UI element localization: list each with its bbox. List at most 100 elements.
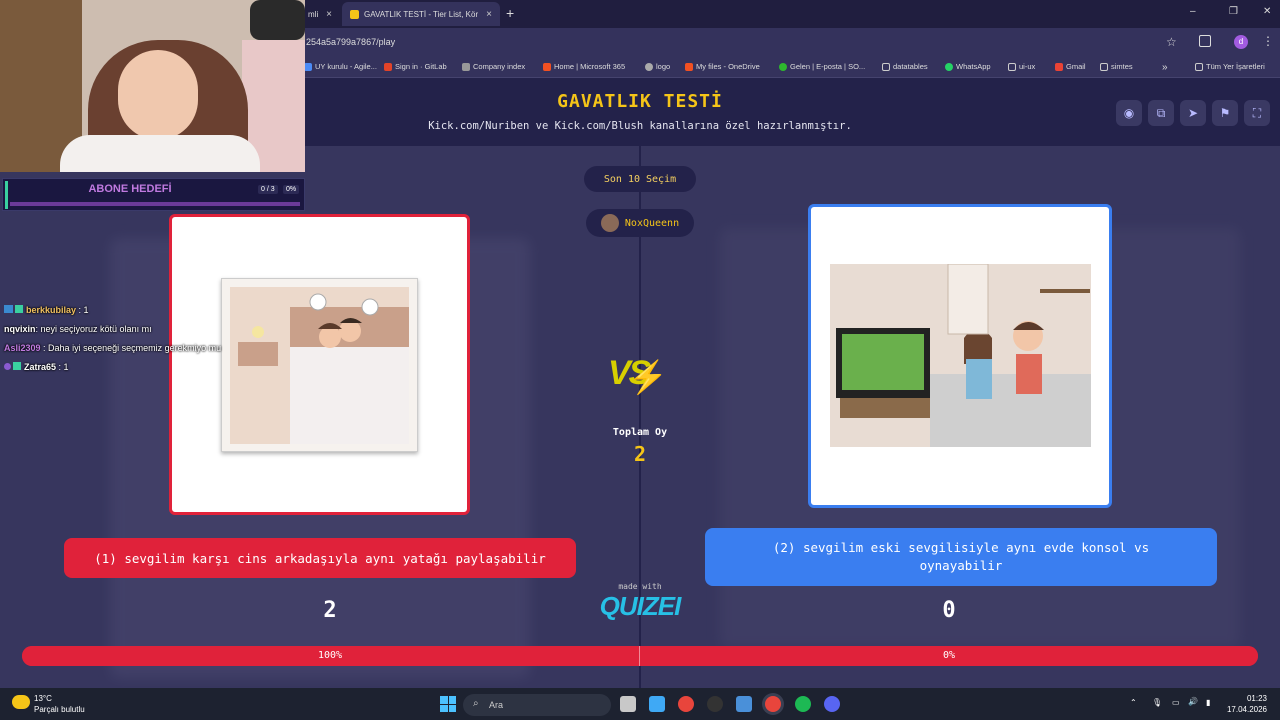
close-window-button[interactable]: ✕	[1263, 6, 1271, 17]
folder-icon	[1195, 62, 1203, 71]
tray-chevron-icon[interactable]: ⌃	[1130, 698, 1137, 707]
task-view-icon[interactable]	[620, 696, 636, 712]
total-votes-value: 2	[633, 442, 647, 466]
bookmark-item[interactable]: WhatsApp	[945, 62, 991, 71]
bookmark-folder[interactable]: simtes	[1100, 62, 1133, 71]
username: NoxQueenn	[624, 217, 680, 229]
fullscreen-icon[interactable]: ⛶	[1244, 100, 1270, 126]
new-tab-button[interactable]: +	[506, 5, 514, 21]
bookmark-item[interactable]: logo	[645, 62, 670, 71]
webcam-overlay	[0, 0, 305, 172]
chrome-active-icon[interactable]	[765, 696, 781, 712]
user-badge: NoxQueenn	[586, 209, 694, 237]
spotify-icon[interactable]	[795, 696, 811, 712]
chrome-icon[interactable]	[678, 696, 694, 712]
votes-left: 2	[323, 598, 337, 623]
battery-icon[interactable]: ▮	[1206, 698, 1210, 707]
option-image-console	[830, 264, 1091, 447]
bookmark-item[interactable]: Sign in · GitLab	[384, 62, 447, 71]
weather-icon[interactable]	[12, 695, 30, 709]
percent-right: 0%	[942, 650, 956, 661]
chat-text: : 1	[78, 305, 89, 315]
extensions-icon[interactable]	[1199, 35, 1211, 47]
browser-tab[interactable]: mli ×	[300, 2, 340, 26]
clock-date[interactable]: 17.04.2026	[1222, 705, 1267, 714]
chat-message: berkkubilay : 1	[4, 305, 89, 315]
tab-favicon-icon	[350, 9, 359, 19]
bookmark-favicon-icon	[685, 62, 693, 71]
bookmark-item[interactable]: Gmail	[1055, 62, 1086, 71]
bookmarks-more-button[interactable]: »	[1162, 62, 1168, 73]
bookmark-star-icon[interactable]: ☆	[1166, 35, 1177, 49]
volume-icon[interactable]: 🔊	[1188, 697, 1198, 706]
bookmark-label: My files - OneDrive	[696, 62, 760, 71]
url-input[interactable]: 254a5a799a7867/play	[306, 37, 395, 47]
microphone-icon[interactable]: 🎙	[1152, 698, 1162, 707]
bookmark-item[interactable]: Home | Microsoft 365	[543, 62, 625, 71]
bookmark-label: Home | Microsoft 365	[554, 62, 626, 71]
restore-button[interactable]: ❐	[1229, 6, 1238, 17]
last-choices-button[interactable]: Son 10 Seçim	[584, 166, 696, 192]
bookmark-folder[interactable]: ui-ux	[1008, 62, 1035, 71]
chat-message: Asli2309 : Daha iyi seçeneği seçmemiz ge…	[4, 343, 221, 353]
streamer-face	[118, 50, 198, 140]
menu-dots-icon[interactable]: ⋮	[1262, 34, 1274, 48]
quizei-logo[interactable]: QUIZEI	[592, 591, 688, 622]
tab-close-icon[interactable]: ×	[326, 9, 332, 20]
tab-close-icon[interactable]: ×	[486, 9, 492, 20]
total-votes-label: Toplam Oy	[612, 427, 668, 438]
display-icon[interactable]: ▭	[1172, 698, 1180, 707]
flag-icon[interactable]: ⚑	[1212, 100, 1238, 126]
quiz-title: GAVATLIK TESTİ	[557, 91, 723, 112]
bookmark-favicon-icon	[543, 62, 551, 71]
bookmark-item[interactable]: Company index	[462, 62, 525, 71]
goal-percent: 0%	[283, 185, 300, 194]
goal-count: 0 / 3	[258, 185, 278, 194]
bookmark-favicon-icon	[779, 62, 787, 71]
option-right-label: (2) sevgilim eski sevgilisiyle aynı evde…	[772, 540, 1150, 573]
bookmark-label: Gelen | E-posta | SO...	[790, 62, 866, 71]
bookmark-favicon-icon	[645, 62, 653, 71]
bookmark-item[interactable]: UY kurulu - Agile...	[304, 62, 377, 71]
chat-username: nqvixin	[4, 324, 36, 334]
streamer-shirt	[60, 135, 260, 172]
store-icon[interactable]	[649, 696, 665, 712]
chat-badge-icon	[13, 362, 21, 370]
option-left-button[interactable]: (1) sevgilim karşı cins arkadaşıyla aynı…	[64, 538, 576, 578]
chat-message: nqvixin: neyi seçiyoruz kötü olanı mı	[4, 324, 152, 334]
app-icon[interactable]	[736, 696, 752, 712]
browser-tab-active[interactable]: GAVATLIK TESTİ - Tier List, Kör ×	[342, 2, 500, 26]
last-choices-label: Son 10 Seçim	[603, 173, 677, 185]
tab-title: GAVATLIK TESTİ - Tier List, Kör	[364, 9, 479, 19]
chat-username: berkkubilay	[26, 305, 77, 315]
minimize-button[interactable]: –	[1190, 6, 1196, 17]
bookmark-item[interactable]: My files - OneDrive	[685, 62, 760, 71]
start-menu-icon[interactable]	[440, 696, 456, 712]
bookmark-folder[interactable]: datatables	[882, 62, 928, 71]
app-icon[interactable]	[707, 696, 723, 712]
eye-icon[interactable]: ◉	[1116, 100, 1142, 126]
clock-time[interactable]: 01:23	[1233, 694, 1267, 703]
votes-right: 0	[942, 598, 956, 623]
profile-avatar[interactable]: d	[1234, 35, 1248, 49]
bookmark-label: Sign in · GitLab	[395, 62, 447, 71]
option-right-button[interactable]: (2) sevgilim eski sevgilisiyle aynı evde…	[705, 528, 1217, 586]
taskbar-search-input[interactable]: Ara	[463, 694, 611, 716]
chat-text: : Daha iyi seçeneği seçmemiz gerekmiyo m…	[43, 343, 222, 353]
gmail-icon	[1055, 62, 1063, 71]
search-placeholder: Ara	[489, 700, 504, 710]
bookmark-label: simtes	[1111, 62, 1133, 71]
whatsapp-icon	[945, 62, 953, 71]
bookmark-favicon-icon	[384, 62, 392, 71]
tab-title: mli	[308, 9, 319, 19]
chat-badge-icon	[15, 305, 23, 313]
bookmark-favicon-icon	[462, 62, 470, 71]
folder-icon	[1100, 62, 1108, 71]
bookmark-favicon-icon	[304, 62, 312, 71]
all-bookmarks-folder[interactable]: Tüm Yer İşaretleri	[1195, 62, 1265, 71]
copy-icon[interactable]: ⧉	[1148, 100, 1174, 126]
bookmark-item[interactable]: Gelen | E-posta | SO...	[779, 62, 865, 71]
send-icon[interactable]: ➤	[1180, 100, 1206, 126]
bookmark-label: ui-ux	[1019, 62, 1036, 71]
discord-icon[interactable]	[824, 696, 840, 712]
